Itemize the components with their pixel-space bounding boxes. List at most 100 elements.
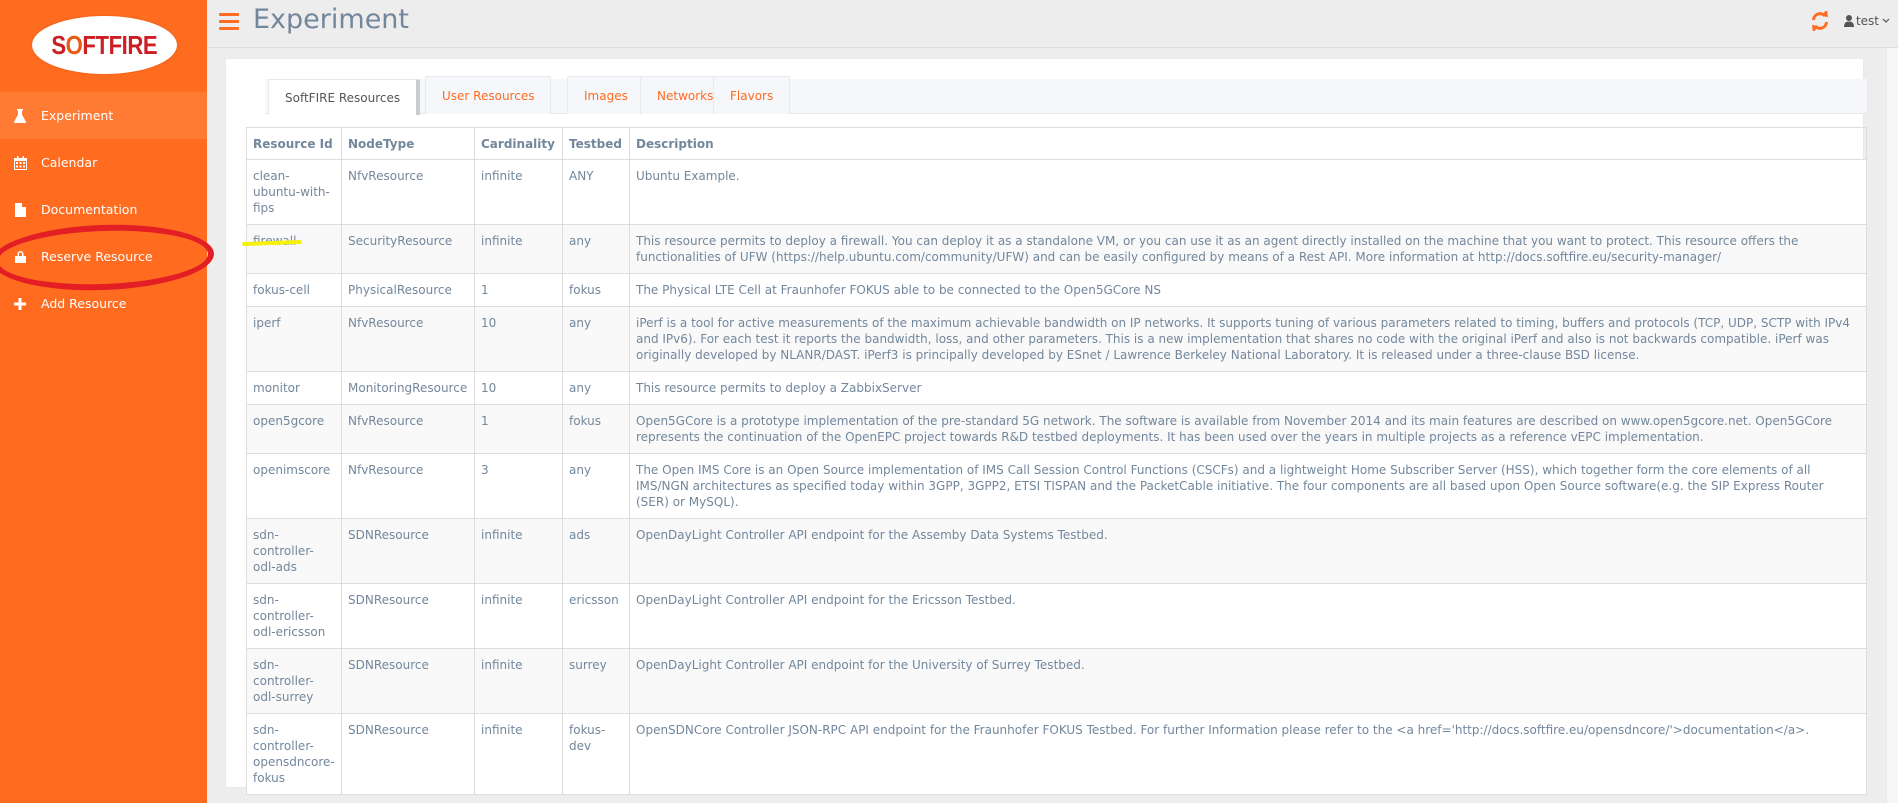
cell-testbed: any xyxy=(562,371,630,405)
resources-table: Resource Id NodeType Cardinality Testbed… xyxy=(246,127,1867,795)
column-header-description[interactable]: Description xyxy=(629,127,1867,160)
hamburger-icon[interactable] xyxy=(219,13,239,31)
cell-description: This resource permits to deploy a Zabbix… xyxy=(629,371,1867,405)
cell-description: OpenDayLight Controller API endpoint for… xyxy=(629,583,1867,649)
cell-cardinality: 1 xyxy=(474,273,563,307)
sidebar-item-label: Experiment xyxy=(41,108,114,123)
cell-description: OpenDayLight Controller API endpoint for… xyxy=(629,648,1867,714)
cell-testbed: fokus xyxy=(562,404,630,454)
cell-testbed: fokus-dev xyxy=(562,713,630,795)
cell-nodetype: SDNResource xyxy=(341,518,475,584)
tab-softfire-resources[interactable]: SoftFIRE Resources xyxy=(268,79,421,115)
cell-testbed: ericsson xyxy=(562,583,630,649)
cell-testbed: any xyxy=(562,306,630,372)
sidebar-item-add-resource[interactable]: Add Resource xyxy=(0,280,207,327)
cell-cardinality: infinite xyxy=(474,159,563,225)
table-row[interactable]: sdn-controller-odl-ads SDNResource infinit… xyxy=(246,518,1867,584)
table-row[interactable]: firewall SecurityResource infinite any This … xyxy=(246,224,1867,274)
cell-nodetype: SDNResource xyxy=(341,713,475,795)
column-header-resource-id[interactable]: Resource Id xyxy=(246,127,342,160)
softfire-logo[interactable]: SOFTFIRE xyxy=(32,16,177,74)
sidebar-item-label: Documentation xyxy=(41,202,138,217)
table-row[interactable]: open5gcore NfvResource 1 fokus Open5GCore is… xyxy=(246,404,1867,454)
cell-cardinality: infinite xyxy=(474,713,563,795)
cell-cardinality: infinite xyxy=(474,648,563,714)
table-row[interactable]: fokus-cell PhysicalResource 1 fokus The Phys… xyxy=(246,273,1867,307)
cell-cardinality: infinite xyxy=(474,518,563,584)
cell-description: iPerf is a tool for active measurements … xyxy=(629,306,1867,372)
calendar-icon xyxy=(13,155,27,170)
cell-resource-id: sdn-controller-odl-ericsson xyxy=(246,583,342,649)
top-bar: Experiment test xyxy=(207,0,1898,48)
table-row[interactable]: iperf NfvResource 10 any iPerf is a tool for… xyxy=(246,306,1867,372)
sidebar-item-label: Add Resource xyxy=(41,296,127,311)
main-panel: SoftFIRE Resources User Resources Images… xyxy=(225,58,1867,795)
cell-description: OpenSDNCore Controller JSON-RPC API endp… xyxy=(629,713,1867,795)
column-header-nodetype[interactable]: NodeType xyxy=(341,127,475,160)
tab-flavors[interactable]: Flavors xyxy=(713,76,791,114)
cell-resource-id: sdn-controller-odl-surrey xyxy=(246,648,342,714)
sidebar-item-calendar[interactable]: Calendar xyxy=(0,139,207,186)
table-row[interactable]: sdn-controller-odl-surrey SDNResource infi… xyxy=(246,648,1867,714)
cell-testbed: fokus xyxy=(562,273,630,307)
cell-testbed: any xyxy=(562,453,630,519)
cell-description: The Open IMS Core is an Open Source impl… xyxy=(629,453,1867,519)
cell-resource-id: sdn-controller-odl-ads xyxy=(246,518,342,584)
cell-nodetype: SecurityResource xyxy=(341,224,475,274)
cell-cardinality: 1 xyxy=(474,404,563,454)
cell-description: The Physical LTE Cell at Fraunhofer FOKU… xyxy=(629,273,1867,307)
cell-description: Open5GCore is a prototype implementation… xyxy=(629,404,1867,454)
cell-cardinality: 10 xyxy=(474,306,563,372)
sidebar-item-documentation[interactable]: Documentation xyxy=(0,186,207,233)
user-menu[interactable]: test xyxy=(1843,14,1892,28)
scroll-gutter xyxy=(1886,48,1898,803)
cell-testbed: any xyxy=(562,224,630,274)
cell-resource-id: clean-ubuntu-with-fips xyxy=(246,159,342,225)
table-row[interactable]: sdn-controller-odl-ericsson SDNResource in… xyxy=(246,583,1867,649)
tab-user-resources[interactable]: User Resources xyxy=(425,76,552,114)
table-row[interactable]: clean-ubuntu-with-fips NfvResource infinit… xyxy=(246,159,1867,225)
cell-cardinality: infinite xyxy=(474,583,563,649)
cell-resource-id: iperf xyxy=(246,306,342,372)
cell-resource-id: openimscore xyxy=(246,453,342,519)
cell-cardinality: 10 xyxy=(474,371,563,405)
cell-nodetype: SDNResource xyxy=(341,583,475,649)
user-icon xyxy=(1843,15,1854,27)
table-row[interactable]: monitor MonitoringResource 10 any This resou… xyxy=(246,371,1867,405)
table-row[interactable]: sdn-controller-opensdncore-fokus SDNResou… xyxy=(246,713,1867,795)
cell-nodetype: MonitoringResource xyxy=(341,371,475,405)
cell-resource-id: open5gcore xyxy=(246,404,342,454)
cell-nodetype: NfvResource xyxy=(341,306,475,372)
user-name: test xyxy=(1855,14,1879,28)
cell-nodetype: NfvResource xyxy=(341,453,475,519)
sidebar-item-label: Reserve Resource xyxy=(41,249,153,264)
cell-cardinality: 3 xyxy=(474,453,563,519)
cell-testbed: surrey xyxy=(562,648,630,714)
sidebar: SOFTFIRE Experiment Calendar Documentati… xyxy=(0,0,207,803)
sidebar-item-reserve-resource[interactable]: Reserve Resource xyxy=(0,233,207,280)
cell-description: Ubuntu Example. xyxy=(629,159,1867,225)
cell-description: OpenDayLight Controller API endpoint for… xyxy=(629,518,1867,584)
refresh-icon[interactable] xyxy=(1810,10,1830,34)
plus-icon xyxy=(13,297,27,311)
logo-container: SOFTFIRE xyxy=(0,0,207,92)
file-icon xyxy=(13,202,27,217)
sidebar-item-experiment[interactable]: Experiment xyxy=(0,92,207,139)
cell-nodetype: NfvResource xyxy=(341,159,475,225)
cell-nodetype: SDNResource xyxy=(341,648,475,714)
page-title: Experiment xyxy=(253,4,410,35)
tab-images[interactable]: Images xyxy=(567,76,645,114)
table-header-row: Resource Id NodeType Cardinality Testbed… xyxy=(246,127,1867,160)
sidebar-item-label: Calendar xyxy=(41,155,98,170)
logo-text: SOFTFIRE xyxy=(51,29,158,60)
flask-icon xyxy=(13,108,27,123)
table-row[interactable]: openimscore NfvResource 3 any The Open IMS C… xyxy=(246,453,1867,519)
column-header-cardinality[interactable]: Cardinality xyxy=(474,127,563,160)
cell-testbed: ads xyxy=(562,518,630,584)
cell-resource-id: monitor xyxy=(246,371,342,405)
column-header-testbed[interactable]: Testbed xyxy=(562,127,630,160)
cell-resource-id: sdn-controller-opensdncore-fokus xyxy=(246,713,342,795)
cell-cardinality: infinite xyxy=(474,224,563,274)
cell-nodetype: NfvResource xyxy=(341,404,475,454)
cell-testbed: ANY xyxy=(562,159,630,225)
